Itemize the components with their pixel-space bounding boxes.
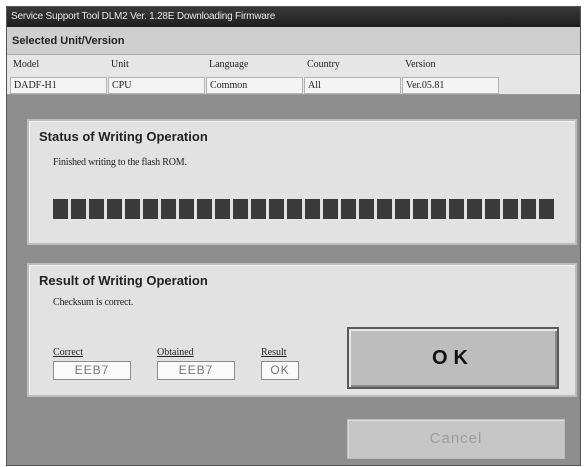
- progress-segment: [305, 199, 320, 219]
- progress-segment: [539, 199, 554, 219]
- progress-segment: [197, 199, 212, 219]
- status-panel: Status of Writing Operation Finished wri…: [27, 119, 577, 245]
- progress-segment: [485, 199, 500, 219]
- obtained-value: EEB7: [157, 361, 235, 380]
- progress-segment: [449, 199, 464, 219]
- column-header-country: Country: [307, 59, 340, 70]
- result-label: Result: [261, 347, 287, 358]
- result-panel: Result of Writing Operation Checksum is …: [27, 263, 577, 397]
- progress-segment: [53, 199, 68, 219]
- version-value: Ver.05.81: [402, 77, 499, 94]
- selected-unit-header: Selected Unit/Version: [7, 27, 580, 55]
- progress-segment: [521, 199, 536, 219]
- obtained-label: Obtained: [157, 347, 194, 358]
- column-header-model: Model: [13, 59, 40, 70]
- progress-segment: [287, 199, 302, 219]
- unit-value: CPU: [108, 77, 205, 94]
- cancel-button[interactable]: Cancel: [347, 419, 565, 459]
- progress-segment: [377, 199, 392, 219]
- progress-segment: [161, 199, 176, 219]
- progress-segment: [71, 199, 86, 219]
- window-title: Service Support Tool DLM2 Ver. 1.28E Dow…: [7, 7, 580, 27]
- correct-label: Correct: [53, 347, 83, 358]
- firmware-download-window: Service Support Tool DLM2 Ver. 1.28E Dow…: [6, 6, 581, 466]
- progress-segment: [269, 199, 284, 219]
- status-title: Status of Writing Operation: [39, 129, 208, 144]
- result-value: OK: [261, 361, 299, 380]
- progress-segment: [107, 199, 122, 219]
- table-row: DADF-H1 CPU Common All Ver.05.81: [7, 75, 580, 95]
- selected-unit-table: Model Unit Language Country Version DADF…: [7, 55, 580, 95]
- progress-segment: [251, 199, 266, 219]
- language-value: Common: [206, 77, 303, 94]
- progress-segment: [233, 199, 248, 219]
- result-title: Result of Writing Operation: [39, 273, 208, 288]
- progress-segment: [395, 199, 410, 219]
- progress-segment: [323, 199, 338, 219]
- progress-segment: [503, 199, 518, 219]
- progress-segment: [143, 199, 158, 219]
- correct-value: EEB7: [53, 361, 131, 380]
- progress-segment: [341, 199, 356, 219]
- status-message: Finished writing to the flash ROM.: [53, 157, 187, 168]
- column-header-unit: Unit: [111, 59, 129, 70]
- progress-segment: [431, 199, 446, 219]
- country-value: All: [304, 77, 401, 94]
- progress-segment: [413, 199, 428, 219]
- column-header-version: Version: [405, 59, 436, 70]
- ok-button[interactable]: OK: [347, 327, 559, 389]
- progress-segment: [467, 199, 482, 219]
- progress-segment: [179, 199, 194, 219]
- result-message: Checksum is correct.: [53, 297, 134, 308]
- model-value: DADF-H1: [10, 77, 107, 94]
- progress-bar: [53, 199, 561, 219]
- progress-segment: [125, 199, 140, 219]
- column-header-language: Language: [209, 59, 249, 70]
- table-header-row: Model Unit Language Country Version: [7, 55, 580, 75]
- progress-segment: [89, 199, 104, 219]
- progress-segment: [359, 199, 374, 219]
- progress-segment: [215, 199, 230, 219]
- progress-fill: [53, 199, 561, 219]
